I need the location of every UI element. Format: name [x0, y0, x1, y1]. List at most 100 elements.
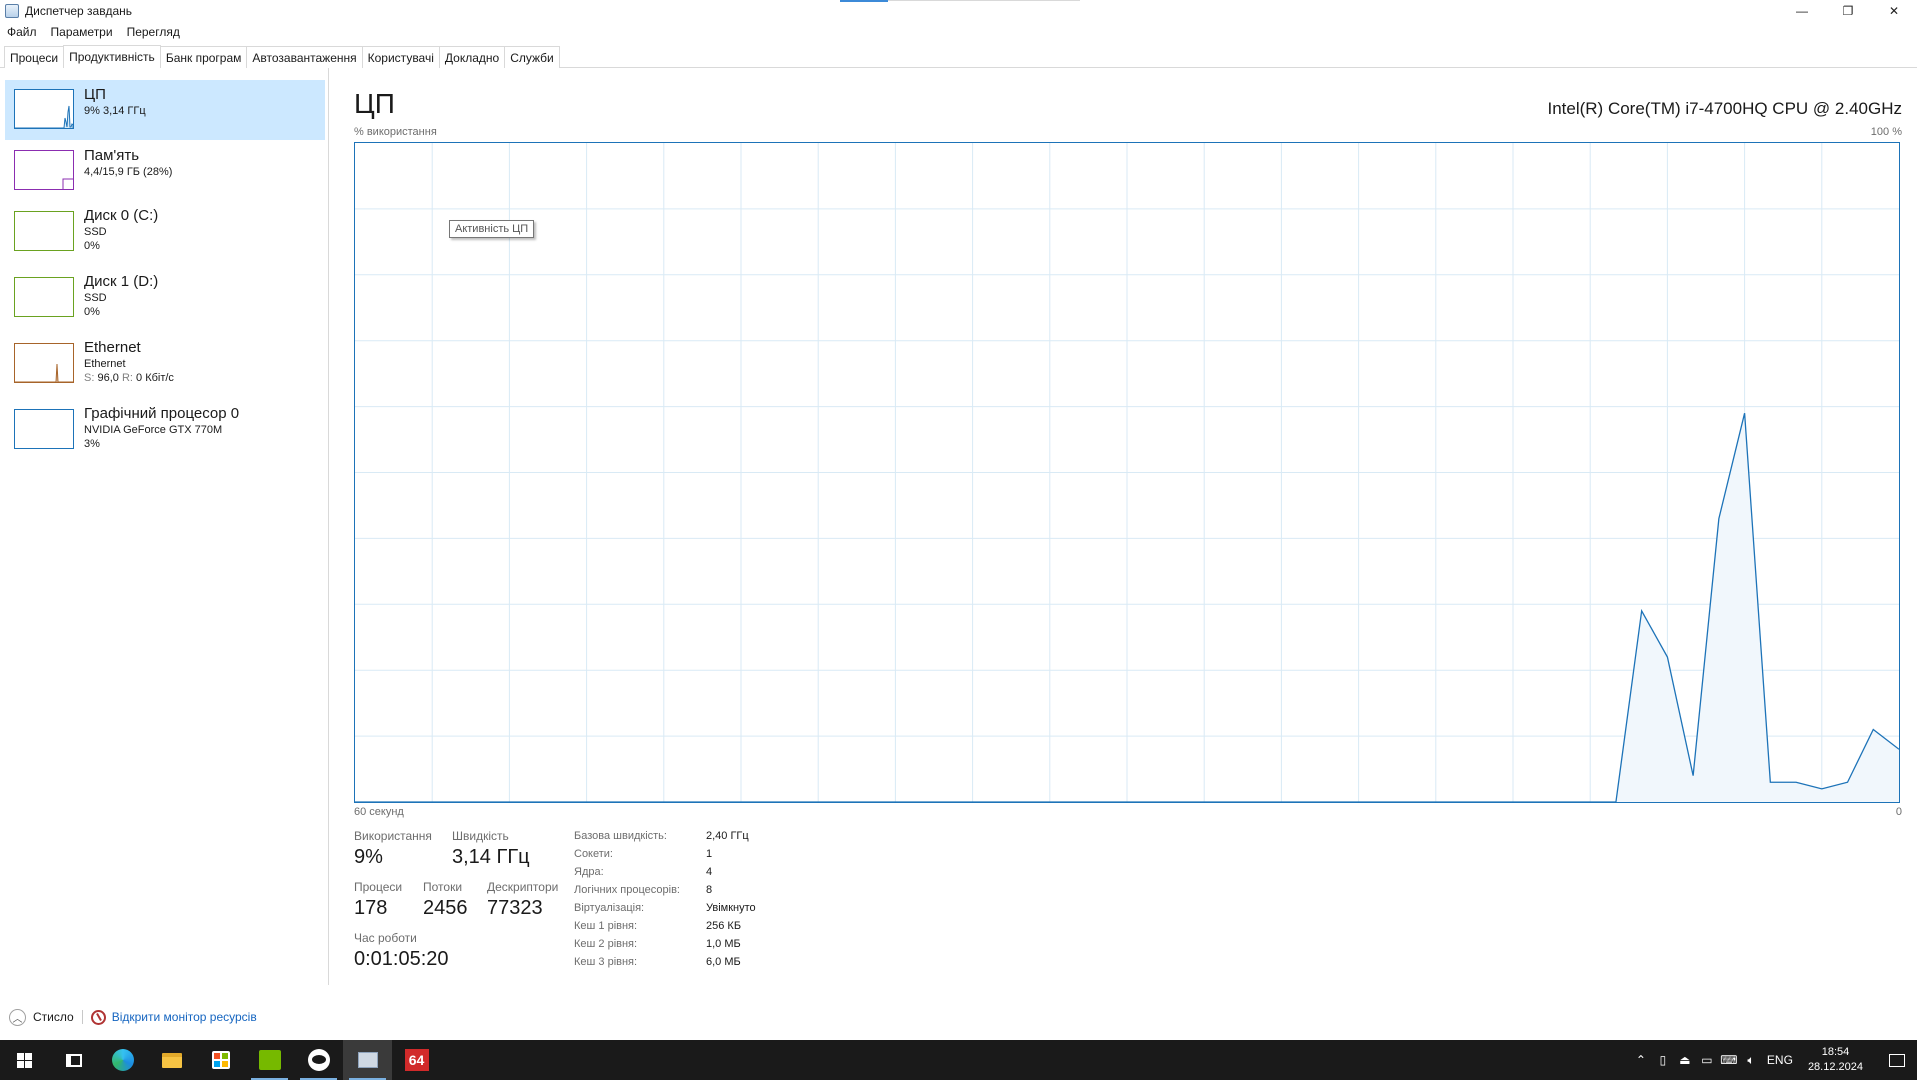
spec-sockets-label: Сокети: [574, 848, 613, 860]
performance-detail: ЦП Intel(R) Core(TM) i7-4700HQ CPU @ 2.4… [354, 68, 1902, 985]
disk-0-type: SSD [84, 226, 107, 238]
taskbar-nvidia[interactable] [245, 1040, 294, 1080]
taskbar-aida64[interactable]: 64 [392, 1040, 441, 1080]
speed-value: 3,14 ГГц [452, 846, 530, 868]
spec-l3-cache-label: Кеш 3 рівня: [574, 956, 638, 968]
minimize-button[interactable]: — [1779, 0, 1825, 22]
tab-processes[interactable]: Процеси [4, 46, 65, 68]
tab-app-history[interactable]: Банк програм [159, 46, 248, 68]
x-axis-right-label: 0 [1895, 806, 1902, 818]
spec-virtualization-value: Увімкнуто [706, 902, 756, 914]
task-manager-window: Диспетчер завдань — ❐ ✕ Файл Параметри П… [0, 0, 1917, 1080]
sidebar-item-gpu[interactable]: Графічний процесор 0 NVIDIA GeForce GTX … [5, 402, 325, 464]
notification-center-icon[interactable] [1877, 1040, 1917, 1080]
spec-l2-cache-value: 1,0 МБ [706, 938, 741, 950]
spec-l1-cache-label: Кеш 1 рівня: [574, 920, 638, 932]
clock[interactable]: 18:54 28.12.2024 [1798, 1045, 1877, 1075]
spec-l2-cache-label: Кеш 2 рівня: [574, 938, 638, 950]
windows-logo-icon [17, 1052, 32, 1068]
aida64-icon: 64 [404, 1049, 429, 1071]
sidebar-item-ethernet[interactable]: Ethernet Ethernet S: 96,0 R: 0 Кбіт/с [5, 336, 325, 398]
task-view-button[interactable] [49, 1040, 98, 1080]
handles-label: Дескриптори [487, 880, 559, 894]
processes-label: Процеси [354, 880, 403, 894]
menu-view[interactable]: Перегляд [120, 25, 187, 39]
cpu-usage-chart [355, 143, 1900, 803]
sidebar-item-disk-1[interactable]: Диск 1 (D:) SSD 0% [5, 270, 325, 332]
tab-users[interactable]: Користувачі [361, 46, 440, 68]
spec-cores-value: 4 [706, 866, 713, 878]
chevron-up-tray-icon[interactable]: ⌃ [1630, 1040, 1652, 1080]
task-manager-taskbar-icon [357, 1052, 378, 1068]
disk-0-thumbnail-graph [14, 211, 74, 251]
processes-value: 178 [354, 897, 388, 919]
disk-0-text: Диск 0 (C:) SSD 0% [84, 207, 158, 253]
tab-details[interactable]: Докладно [438, 46, 506, 68]
window-controls: — ❐ ✕ [1779, 0, 1917, 22]
ethernet-name: Ethernet [84, 339, 141, 356]
threads-label: Потоки [423, 880, 463, 894]
disk-1-type: SSD [84, 292, 107, 304]
sidebar-item-memory[interactable]: Пам'ять 4,4/15,9 ГБ (28%) [5, 143, 325, 203]
ethernet-send-value: 96,0 [97, 372, 119, 384]
disk-0-usage: 0% [84, 240, 100, 252]
speed-label: Швидкість [452, 829, 509, 843]
start-button[interactable] [0, 1040, 49, 1080]
open-resource-monitor-link[interactable]: Відкрити монітор ресурсів [112, 1010, 257, 1024]
menu-file[interactable]: Файл [0, 25, 44, 39]
taskbar-task-manager[interactable] [343, 1040, 392, 1080]
restore-button[interactable]: ❐ [1825, 0, 1871, 22]
disk-0-name: Диск 0 (C:) [84, 207, 159, 224]
microsoft-store-icon [211, 1051, 230, 1069]
volume-tray-icon[interactable]: 🔈︎ [1740, 1040, 1762, 1080]
network-tray-icon[interactable]: ⌨ [1718, 1040, 1740, 1080]
language-indicator[interactable]: ENG [1762, 1040, 1798, 1080]
title-bar: Диспетчер завдань — ❐ ✕ [0, 0, 1917, 22]
memory-thumbnail-graph [14, 150, 74, 190]
task-view-icon [65, 1053, 82, 1067]
cpu-name: ЦП [84, 86, 106, 103]
cpu-usage-graph[interactable] [354, 142, 1900, 803]
memory-name: Пам'ять [84, 147, 140, 164]
sidebar-item-cpu[interactable]: ЦП 9% 3,14 ГГц [5, 80, 325, 140]
fewer-details-button[interactable]: Стисло [33, 1010, 74, 1024]
ethernet-send-label: S: [84, 372, 95, 384]
spec-l1-cache-value: 256 КБ [706, 920, 742, 932]
usb-tray-icon[interactable]: ⏏ [1674, 1040, 1696, 1080]
cpu-thumbnail-graph [14, 89, 74, 129]
cpu-text: ЦП 9% 3,14 ГГц [84, 86, 146, 118]
ethernet-text: Ethernet Ethernet S: 96,0 R: 0 Кбіт/с [84, 339, 174, 385]
chevron-up-icon[interactable]: ︿ [9, 1008, 26, 1026]
uptime-label: Час роботи [354, 931, 417, 945]
window-title: Диспетчер завдань [25, 4, 133, 18]
cpu-model: Intel(R) Core(TM) i7-4700HQ CPU @ 2.40GH… [1547, 99, 1902, 118]
disk-1-thumbnail-graph [14, 277, 74, 317]
gpu-text: Графічний процесор 0 NVIDIA GeForce GTX … [84, 405, 239, 451]
spec-virtualization-label: Віртуалізація: [574, 902, 645, 914]
sidebar-item-disk-0[interactable]: Диск 0 (C:) SSD 0% [5, 204, 325, 266]
menu-options[interactable]: Параметри [44, 25, 120, 39]
file-explorer-icon [161, 1052, 182, 1068]
taskbar-store[interactable] [196, 1040, 245, 1080]
ethernet-throughput: S: 96,0 R: 0 Кбіт/с [84, 371, 174, 385]
tablet-tray-icon[interactable]: ▯ [1652, 1040, 1674, 1080]
ethernet-thumbnail-graph [14, 343, 74, 383]
taskbar-app-eye[interactable] [294, 1040, 343, 1080]
threads-value: 2456 [423, 897, 468, 919]
tab-bar: Процеси Продуктивність Банк програм Авто… [0, 45, 1917, 68]
taskbar-edge[interactable] [98, 1040, 147, 1080]
disk-1-text: Диск 1 (D:) SSD 0% [84, 273, 158, 319]
nvidia-icon [258, 1050, 281, 1070]
tab-services[interactable]: Служби [504, 46, 560, 68]
uptime-value: 0:01:05:20 [354, 948, 449, 970]
system-tray: ⌃ ▯ ⏏ ▭ ⌨ 🔈︎ ENG 18:54 28.12.2024 [1630, 1040, 1917, 1080]
battery-tray-icon[interactable]: ▭ [1696, 1040, 1718, 1080]
tab-performance[interactable]: Продуктивність [63, 45, 161, 68]
resource-list: ЦП 9% 3,14 ГГц Пам'ять 4,4/15,9 ГБ (28%)… [0, 68, 329, 985]
spec-logical-processors-label: Логічних процесорів: [574, 884, 680, 896]
taskbar-file-explorer[interactable] [147, 1040, 196, 1080]
footer-bar: ︿ Стисло Відкрити монітор ресурсів [0, 1003, 1917, 1031]
tab-startup[interactable]: Автозавантаження [246, 46, 363, 68]
close-button[interactable]: ✕ [1871, 0, 1917, 22]
gpu-usage: 3% [84, 438, 100, 450]
